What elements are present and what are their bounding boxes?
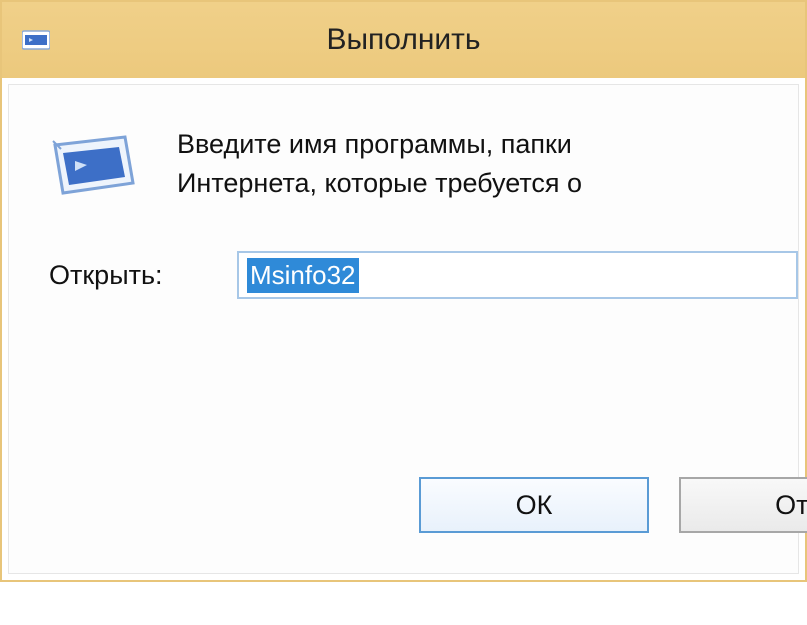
description-line1: Введите имя программы, папки (177, 129, 572, 159)
run-title-icon (22, 29, 50, 51)
titlebar[interactable]: Выполнить (2, 2, 805, 78)
ok-button-label: ОК (516, 490, 553, 521)
client-area: Введите имя программы, папки Интернета, … (8, 84, 799, 574)
description-line2: Интернета, которые требуется о (177, 168, 582, 198)
description-row: Введите имя программы, папки Интернета, … (49, 125, 798, 203)
run-description: Введите имя программы, папки Интернета, … (177, 125, 582, 203)
input-selected-text: Msinfo32 (247, 258, 359, 293)
open-row: Открыть: Msinfo32 (49, 251, 798, 299)
run-dialog-icon (49, 131, 139, 201)
window-title: Выполнить (326, 23, 480, 57)
button-row: ОК Отм (419, 477, 807, 533)
ok-button[interactable]: ОК (419, 477, 649, 533)
open-input[interactable]: Msinfo32 (237, 251, 798, 299)
cancel-button-label: Отм (775, 490, 807, 521)
run-dialog-window: Выполнить Введите имя программы, папки И… (0, 0, 807, 582)
cancel-button[interactable]: Отм (679, 477, 807, 533)
open-label: Открыть: (49, 260, 209, 291)
